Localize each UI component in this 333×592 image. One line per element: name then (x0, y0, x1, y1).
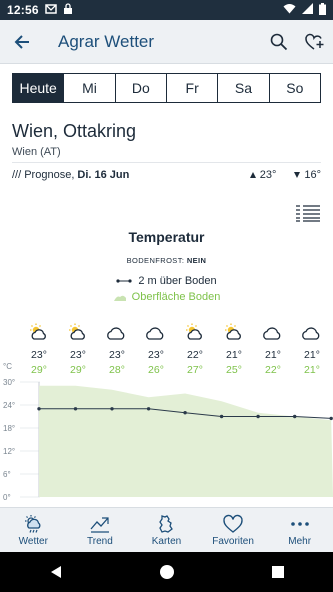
system-recents-button[interactable] (258, 552, 298, 592)
tab-fr[interactable]: Fr (165, 74, 217, 102)
add-favorite-button[interactable] (297, 20, 333, 64)
lock-icon (63, 2, 73, 18)
nav-label-favoriten: Favoriten (212, 535, 254, 547)
tab-sa[interactable]: Sa (217, 74, 268, 102)
triangle-back-icon (50, 566, 61, 578)
chart-unit-label: °C (3, 362, 12, 371)
more-icon (290, 521, 309, 526)
cloud-icon (98, 322, 136, 349)
frost-value: NEIN (186, 256, 207, 265)
system-home-button[interactable] (147, 552, 187, 592)
y-tick-label: 24° (3, 401, 15, 410)
air-point (37, 407, 41, 411)
max-arrow-icon (249, 172, 256, 178)
y-tick-label: 30° (3, 378, 15, 387)
y-tick-label: 12° (3, 447, 15, 456)
forecast-date: /// Prognose, Di. 16 Jun (12, 169, 129, 181)
heart-plus-icon (305, 33, 324, 50)
nav-label-mehr: Mehr (288, 535, 312, 547)
y-tick-label: 0° (3, 493, 11, 502)
day-tabs: Heute Mi Do Fr Sa So (12, 73, 321, 103)
weather-icon (25, 514, 41, 533)
back-button[interactable] (0, 20, 44, 64)
nav-wetter[interactable]: Wetter (0, 508, 67, 552)
nav-label-karten: Karten (151, 535, 182, 547)
status-bar: 12:56 (0, 0, 333, 20)
air-point (73, 407, 78, 411)
day-temperature-range: 23° 16° (249, 169, 321, 181)
min-arrow-icon (294, 172, 301, 178)
system-navigation (0, 552, 333, 592)
battery-icon (319, 2, 326, 18)
nav-favoriten[interactable]: Favoriten (200, 508, 267, 552)
nav-karten[interactable]: Karten (133, 508, 200, 552)
air-point (293, 414, 297, 419)
partly-sunny-rain-icon (59, 322, 97, 349)
tab-heute[interactable]: Heute (13, 74, 64, 102)
divider (12, 162, 321, 163)
frost-label: BODENFROST: (126, 256, 185, 265)
partly-sunny-rain-icon (176, 322, 214, 349)
air-point (110, 407, 114, 411)
legend-soil: Oberfläche Boden (0, 291, 333, 303)
legend-soil-label: Oberfläche Boden (131, 291, 221, 303)
partly-sunny-rain-icon (215, 322, 253, 349)
circle-home-icon (159, 565, 174, 579)
signal-icon (302, 3, 313, 17)
table-view-icon[interactable] (295, 204, 321, 222)
app-bar: Agrar Wetter (0, 20, 333, 64)
search-icon (270, 33, 288, 50)
chart-title: Temperatur (128, 229, 205, 245)
hourly-icons (20, 322, 330, 348)
tab-mi[interactable]: Mi (63, 74, 114, 102)
nav-trend[interactable]: Trend (67, 508, 134, 552)
location-name: Wien, Ottakring (12, 121, 137, 141)
air-point (256, 414, 260, 419)
legend-air-label: 2 m über Boden (138, 275, 217, 287)
air-point (329, 416, 333, 421)
y-tick-label: 18° (3, 424, 15, 433)
min-temp: 16° (304, 169, 321, 181)
tab-so[interactable]: So (268, 74, 320, 102)
frost-status: BODENFROST: NEIN (0, 256, 333, 265)
nav-mehr[interactable]: Mehr (266, 508, 333, 552)
tab-do[interactable]: Do (114, 74, 166, 102)
line-marker-icon (116, 279, 132, 283)
forecast-prefix: /// Prognose, (12, 169, 75, 181)
nav-label-trend: Trend (87, 535, 113, 547)
notification-icon (44, 3, 57, 18)
square-recents-icon (271, 566, 284, 578)
air-point (183, 411, 187, 415)
max-temp: 23° (259, 169, 277, 181)
nav-label-wetter: Wetter (18, 535, 48, 547)
arrow-left-icon (14, 34, 29, 49)
search-button[interactable] (261, 20, 297, 64)
soil-area (39, 385, 333, 497)
wifi-icon (283, 3, 296, 17)
legend-air: 2 m über Boden (0, 275, 333, 287)
main-content: Heute Mi Do Fr Sa So Wien, Ottakring Wie… (0, 64, 333, 507)
location-region: Wien (AT) (12, 146, 61, 158)
cloud-icon (137, 322, 175, 349)
status-time: 12:56 (7, 3, 39, 17)
app-title: Agrar Wetter (58, 31, 155, 51)
system-back-button[interactable] (36, 552, 76, 592)
map-icon (159, 514, 174, 533)
cloud-icon (254, 322, 292, 349)
partly-sunny-rain-icon (20, 322, 58, 349)
temperature-chart: °C 30° 24° 18° 12° 6° 0° (3, 362, 333, 502)
air-point (219, 414, 224, 419)
bottom-navigation: Wetter Trend Karten Favoriten Mehr (0, 507, 333, 552)
cloud-icon (293, 322, 331, 349)
air-point (146, 407, 151, 411)
y-tick-label: 6° (3, 470, 11, 479)
trend-icon (90, 516, 109, 533)
heart-icon (223, 514, 243, 533)
soil-marker-icon (113, 295, 126, 301)
forecast-day: Di. 16 Jun (77, 169, 130, 181)
